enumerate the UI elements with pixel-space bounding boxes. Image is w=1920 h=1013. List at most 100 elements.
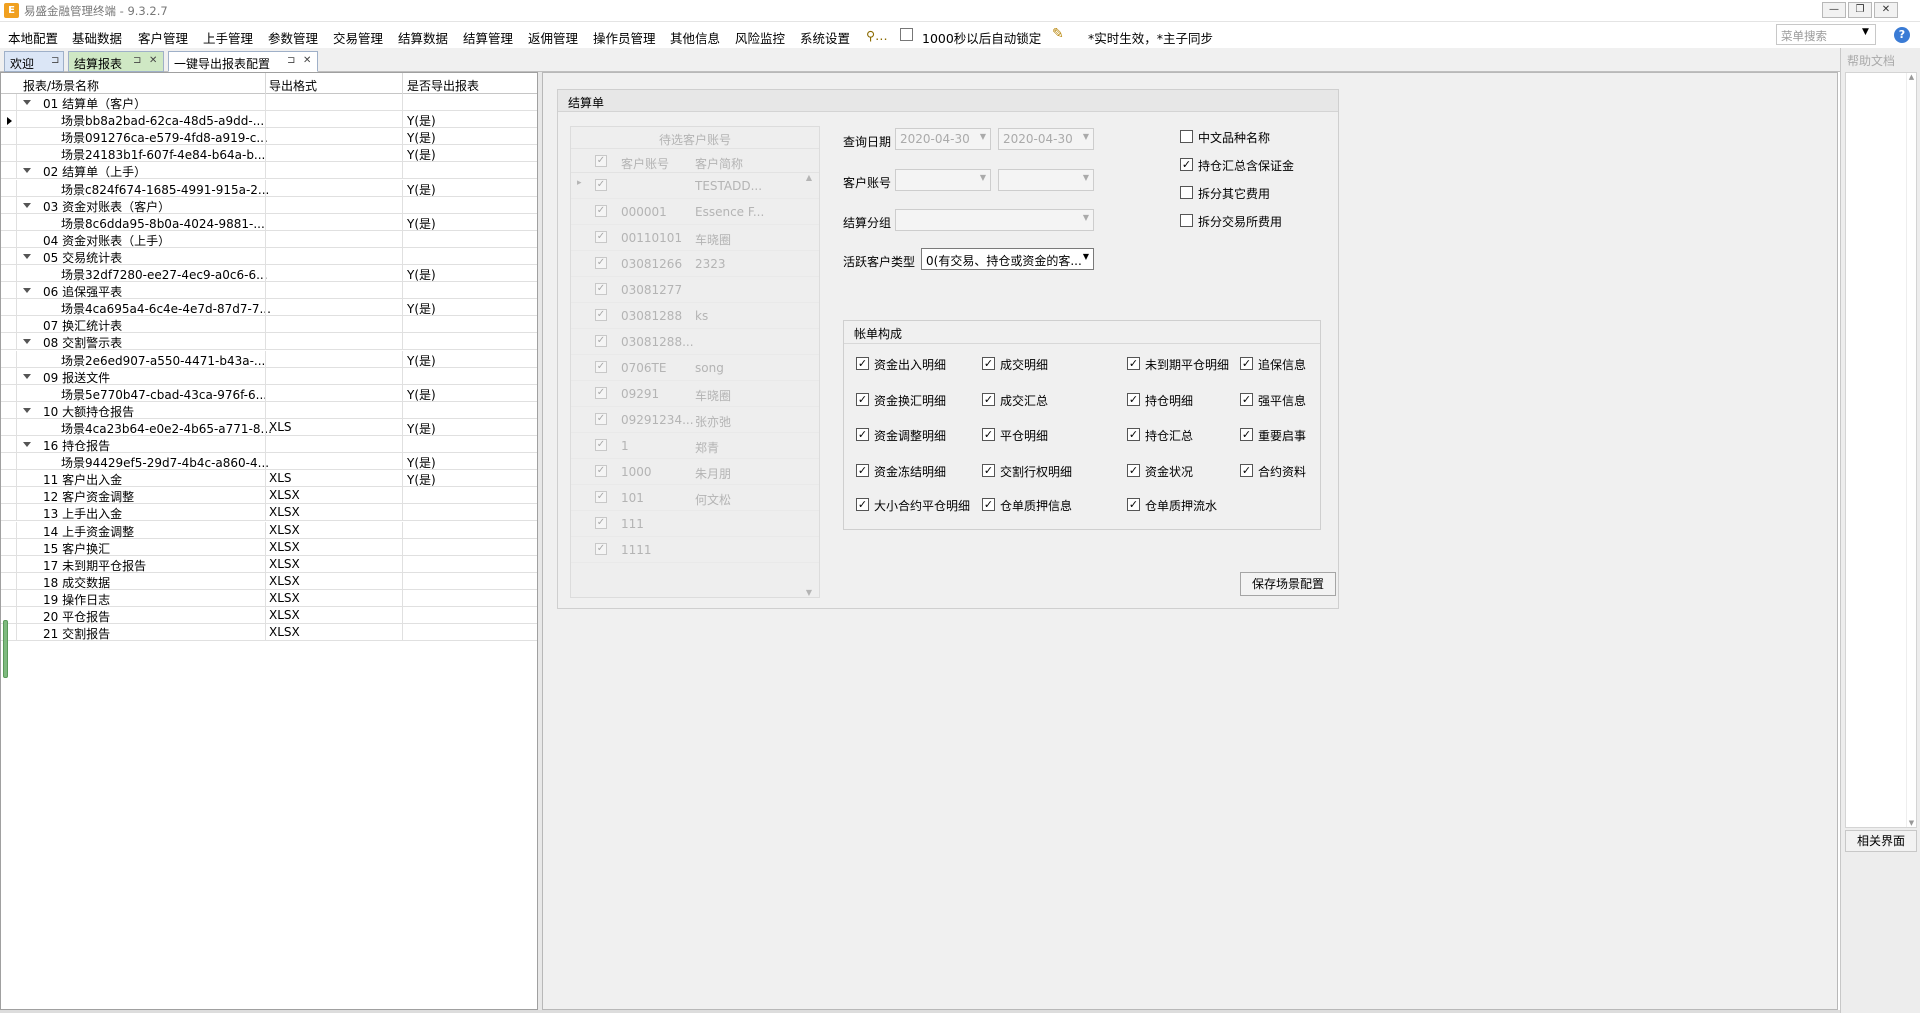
bill-item-checkbox[interactable]: ✓ <box>982 393 995 406</box>
close-icon[interactable]: ✕ <box>303 55 311 66</box>
row-selector[interactable] <box>1 145 17 162</box>
row-selector[interactable] <box>1 333 17 350</box>
row-selector[interactable] <box>1 572 17 589</box>
menu-system-settings[interactable]: 系统设置 <box>800 28 850 47</box>
table-row[interactable]: 场景4ca23b64-e0e2-4b65-a771-8... XLS Y(是) <box>1 418 537 436</box>
table-row[interactable]: 场景bb8a2bad-62ca-48d5-a9dd-... Y(是) <box>1 111 537 129</box>
table-row[interactable]: 10 大额持仓报告 <box>1 401 537 419</box>
table-row[interactable]: 14 上手资金调整 XLSX <box>1 521 537 539</box>
expand-chevron-icon[interactable] <box>23 339 31 345</box>
account-checkbox[interactable]: ✓ <box>595 361 607 373</box>
menu-settle-data[interactable]: 结算数据 <box>398 28 448 47</box>
menu-search-input[interactable]: 菜单搜索 <box>1776 24 1876 45</box>
expand-chevron-icon[interactable] <box>23 202 31 208</box>
row-selector[interactable] <box>1 538 17 555</box>
table-row[interactable]: 18 成交数据 XLSX <box>1 572 537 590</box>
expand-chevron-icon[interactable] <box>23 442 31 447</box>
help-scrollbar[interactable]: ▲ ▼ <box>1906 73 1916 827</box>
col-header-name[interactable]: 报表/场景名称 <box>23 77 99 94</box>
active-client-type-select[interactable]: 0(有交易、持仓或资金的客... ▼ <box>921 248 1094 270</box>
table-row[interactable]: 09 报送文件 <box>1 367 537 385</box>
col-header-short-name[interactable]: 客户简称 <box>695 155 765 172</box>
menu-settle-mgmt[interactable]: 结算管理 <box>463 28 513 47</box>
table-row[interactable]: 场景5e770b47-cbad-43ca-976f-6... Y(是) <box>1 384 537 402</box>
table-row[interactable]: 04 资金对账表（上手） <box>1 230 537 248</box>
menu-other-info[interactable]: 其他信息 <box>670 28 720 47</box>
pin-icon[interactable]: ⊐ <box>287 55 295 66</box>
bill-item-checkbox[interactable]: ✓ <box>856 428 869 441</box>
table-row[interactable]: 20 平仓报告 XLSX <box>1 607 537 624</box>
account-row[interactable]: ✓ 09291 车晓圈 <box>571 381 819 407</box>
save-scene-config-button[interactable]: 保存场景配置 <box>1240 572 1336 596</box>
option-checkbox[interactable]: ✓ <box>1180 158 1193 171</box>
account-row[interactable]: ✓ 09291234... 张亦弛 <box>571 407 819 433</box>
table-row[interactable]: 场景091276ca-e579-4fd8-a919-c... Y(是) <box>1 128 537 146</box>
bill-item-checkbox[interactable]: ✓ <box>1127 393 1140 406</box>
bill-item-checkbox[interactable]: ✓ <box>856 498 869 511</box>
bill-item-checkbox[interactable]: ✓ <box>856 393 869 406</box>
menu-operator-mgmt[interactable]: 操作员管理 <box>593 28 656 47</box>
bill-item-checkbox[interactable]: ✓ <box>982 428 995 441</box>
account-checkbox[interactable]: ✓ <box>595 205 607 217</box>
col-header-account[interactable]: 客户账号 <box>621 155 669 172</box>
pin-icon[interactable]: ⊐ <box>51 55 59 66</box>
row-selector[interactable] <box>1 196 17 213</box>
account-checkbox[interactable]: ✓ <box>595 517 607 529</box>
table-row[interactable]: 05 交易统计表 <box>1 247 537 265</box>
expand-chevron-icon[interactable] <box>23 373 31 379</box>
scroll-down-icon[interactable]: ▼ <box>801 588 817 597</box>
bill-item-checkbox[interactable]: ✓ <box>856 464 869 477</box>
col-header-format[interactable]: 导出格式 <box>269 77 317 94</box>
table-row[interactable]: 19 操作日志 XLSX <box>1 589 537 607</box>
tool-icon[interactable]: ⚲… <box>866 28 888 43</box>
table-row[interactable]: 12 客户资金调整 XLSX <box>1 487 537 505</box>
table-row[interactable]: 场景24183b1f-607f-4e84-b64a-b... Y(是) <box>1 145 537 163</box>
tab-settle-report[interactable]: 结算报表 ⊐ ✕ <box>68 51 164 72</box>
close-icon[interactable]: ✕ <box>149 55 157 66</box>
scroll-down-icon[interactable]: ▼ <box>1907 819 1916 827</box>
table-row[interactable]: 01 结算单（客户） <box>1 94 537 111</box>
bill-item-checkbox[interactable]: ✓ <box>1240 428 1253 441</box>
menu-rebate-mgmt[interactable]: 返佣管理 <box>528 28 578 47</box>
row-selector[interactable] <box>1 384 17 401</box>
account-checkbox[interactable]: ✓ <box>595 335 607 347</box>
option-checkbox[interactable] <box>1180 186 1193 199</box>
account-checkbox[interactable]: ✓ <box>595 387 607 399</box>
account-checkbox[interactable]: ✓ <box>595 439 607 451</box>
table-row[interactable]: 03 资金对账表（客户） <box>1 196 537 214</box>
close-window-button[interactable]: ✕ <box>1874 2 1898 18</box>
menu-client-mgmt[interactable]: 客户管理 <box>138 28 188 47</box>
bill-item-checkbox[interactable]: ✓ <box>1127 498 1140 511</box>
table-row[interactable]: 08 交割警示表 <box>1 333 537 351</box>
table-row[interactable]: 07 换汇统计表 <box>1 316 537 334</box>
bill-item-checkbox[interactable]: ✓ <box>1240 357 1253 370</box>
account-row[interactable]: ✓ 101 何文松 <box>571 485 819 511</box>
account-checkbox[interactable]: ✓ <box>595 283 607 295</box>
row-selector[interactable] <box>1 247 17 264</box>
account-checkbox[interactable]: ✓ <box>595 179 607 191</box>
row-selector[interactable] <box>1 265 17 281</box>
row-selector[interactable] <box>1 436 17 452</box>
account-checkbox[interactable]: ✓ <box>595 465 607 477</box>
row-selector[interactable] <box>1 128 17 145</box>
pin-icon[interactable]: ⊐ <box>133 55 141 66</box>
account-row[interactable]: ✓ 0706TE song <box>571 355 819 381</box>
query-date-from[interactable]: 2020-04-30 ▼ <box>895 128 991 150</box>
table-row[interactable]: 11 客户出入金 XLS Y(是) <box>1 470 537 488</box>
scroll-up-icon[interactable]: ▲ <box>801 173 817 182</box>
client-account-select-1[interactable]: ▼ <box>895 169 991 191</box>
table-row[interactable]: 02 结算单（上手） <box>1 162 537 180</box>
col-header-export[interactable]: 是否导出报表 <box>407 77 479 94</box>
menu-trade-mgmt[interactable]: 交易管理 <box>333 28 383 47</box>
account-checkbox[interactable]: ✓ <box>595 491 607 503</box>
table-row[interactable]: 17 未到期平仓报告 XLSX <box>1 555 537 573</box>
bill-item-checkbox[interactable]: ✓ <box>1127 464 1140 477</box>
row-selector[interactable] <box>1 111 17 128</box>
row-selector[interactable] <box>1 418 17 435</box>
row-selector[interactable] <box>1 367 17 384</box>
help-icon[interactable]: ? <box>1894 27 1910 43</box>
account-checkbox[interactable]: ✓ <box>595 309 607 321</box>
tab-export-config[interactable]: 一键导出报表配置 ⊐ ✕ <box>168 51 318 72</box>
restore-button[interactable]: ❐ <box>1848 2 1872 18</box>
table-row[interactable]: 13 上手出入金 XLSX <box>1 504 537 522</box>
